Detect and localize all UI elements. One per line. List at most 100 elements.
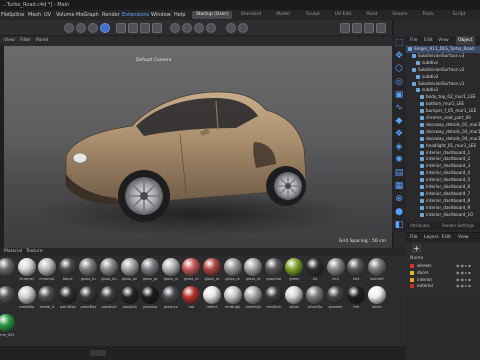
layout-tab-groom[interactable]: Groom (388, 11, 412, 19)
menu-spline[interactable]: Spline (9, 10, 24, 20)
material-swatch[interactable]: int3 (326, 258, 346, 284)
material-swatch[interactable] (0, 286, 16, 312)
floor-icon[interactable] (376, 23, 386, 33)
light-icon[interactable]: ✺ (394, 155, 404, 165)
material-swatch[interactable]: glass_re (181, 258, 201, 284)
layer-toggle-icons[interactable]: ◉◉▸▪ (456, 270, 472, 277)
object-tree-row[interactable]: interior_dashboard_6 (406, 184, 480, 191)
object-tree-row[interactable]: interior_dashboard_4 (406, 170, 480, 177)
object-tree-row[interactable]: headlight_01_mur1_LEE (406, 143, 480, 150)
sphere-icon[interactable]: ● (394, 207, 404, 217)
material-swatch[interactable]: silver (284, 286, 304, 312)
material-swatch[interactable]: rimBrigh (223, 286, 243, 312)
material-swatch[interactable]: glass_bu (99, 258, 119, 284)
z-axis-lock-icon[interactable] (194, 23, 204, 33)
material-swatch[interactable]: plasticb (120, 286, 140, 312)
layout-tab-standard[interactable]: Standard (236, 11, 266, 19)
material-swatch[interactable]: plasticp (140, 286, 160, 312)
material-swatch[interactable]: glass_dc (120, 258, 140, 284)
tab-attributes[interactable]: Attributes (410, 222, 430, 230)
layer-menu-layers[interactable]: Layers (424, 233, 439, 242)
object-tree-row[interactable]: doorway_details_04_mur1 (406, 136, 480, 143)
layout-tab-track[interactable]: Track (416, 11, 440, 19)
cube-icon[interactable]: ▣ (394, 90, 404, 100)
mat-menu-material[interactable]: Material (4, 248, 22, 256)
material-swatch[interactable]: glass_re (223, 258, 243, 284)
material-swatch[interactable]: paintBas (58, 286, 78, 312)
menu-render[interactable]: Render (102, 10, 120, 20)
render-picture-viewer-icon[interactable] (238, 23, 248, 33)
cube-object-icon[interactable] (340, 23, 350, 33)
obj-tab-edit[interactable]: Edit (424, 36, 433, 45)
material-swatch[interactable]: white (367, 286, 387, 312)
menu-extensions[interactable]: Extensions (122, 10, 149, 20)
object-tree-row[interactable]: body_top_02_mur1_LEE (406, 94, 480, 101)
coordinate-system-icon[interactable] (206, 23, 216, 33)
spline-icon[interactable]: ∿ (394, 103, 404, 113)
viewport-menu-view[interactable]: View (4, 36, 15, 46)
menu-mesh[interactable]: Mesh (28, 10, 41, 20)
object-tree-row[interactable]: chrome_seat_part_00 (406, 115, 480, 122)
points-mode-icon[interactable] (128, 23, 138, 33)
xpresso-icon[interactable]: ⊗ (394, 194, 404, 204)
layout-tab-startup[interactable]: Startup (User) (192, 11, 232, 19)
material-swatch[interactable]: int2 (346, 258, 366, 284)
material-swatch[interactable]: paintBas (78, 286, 98, 312)
material-swatch[interactable]: Int (305, 258, 325, 284)
render-view-icon[interactable] (226, 23, 236, 33)
layout-tab-model[interactable]: Model (270, 11, 296, 19)
object-tree-row[interactable]: SubdivisionSurface.v3 (406, 53, 480, 60)
mat-menu-texture[interactable]: Texture (26, 248, 42, 256)
y-axis-lock-icon[interactable] (182, 23, 192, 33)
material-swatch[interactable]: metal_d (37, 286, 57, 312)
object-tree-row[interactable]: interior_dashboard_9 (406, 205, 480, 212)
object-tree-row[interactable]: interior_dashboard_10 (406, 212, 480, 219)
layer-toggle-icons[interactable]: ◉◉▸▪ (456, 283, 472, 290)
layout-tab-uv-edit[interactable]: UV Edit (330, 11, 356, 19)
layer-toggle-icons[interactable]: ◉◉▸▪ (456, 263, 472, 270)
object-tree-row[interactable]: interior_dashboard_2 (406, 156, 480, 163)
array-icon[interactable]: ❖ (394, 129, 404, 139)
layer-menu-file[interactable]: File (410, 233, 418, 242)
menu-mograph[interactable]: MoGraph (76, 10, 99, 20)
object-tree-row[interactable]: doorway_details_03_mur1 (406, 129, 480, 136)
object-tree-row[interactable]: bottom_mur1_LEE (406, 101, 480, 108)
object-tree-row[interactable]: interior_dashboard_3 (406, 163, 480, 170)
material-swatch[interactable]: graphite (264, 258, 284, 284)
material-swatch[interactable]: plasticz (161, 286, 181, 312)
material-swatch[interactable]: rimDark (264, 286, 284, 312)
material-swatch[interactable]: red (181, 286, 201, 312)
layer-row[interactable]: exterior ◉◉▸▪ (410, 283, 480, 290)
edges-mode-icon[interactable] (140, 23, 150, 33)
material-swatch[interactable] (0, 258, 16, 284)
material-swatch[interactable]: glass_re (243, 258, 263, 284)
material-swatch[interactable]: glass_re (202, 258, 222, 284)
move-icon[interactable]: ✥ (394, 51, 404, 61)
scale-tool-icon[interactable] (88, 23, 98, 33)
move-tool-icon[interactable] (76, 23, 86, 33)
3d-viewport[interactable]: Default Camera Grid Spacing: 50 cm (4, 46, 392, 248)
object-tree-row[interactable]: interior_dashboard_5 (406, 177, 480, 184)
model-mode-icon[interactable] (116, 23, 126, 33)
menu-uv[interactable]: UV (44, 10, 51, 20)
material-swatch[interactable]: chromeL (37, 258, 57, 284)
material-swatch[interactable]: glass_tu (78, 258, 98, 284)
object-tree-row[interactable]: bumper_f_05_mur1_LEE (406, 108, 480, 115)
pen-spline-icon[interactable] (352, 23, 362, 33)
viewport-menu-panel[interactable]: Panel (36, 36, 48, 46)
layout-tab-sculpt[interactable]: Sculpt (300, 11, 326, 19)
x-axis-lock-icon[interactable] (170, 23, 180, 33)
object-tree-row[interactable]: subdiv2 (406, 74, 480, 81)
layer-menu-view[interactable]: View (458, 233, 469, 242)
layer-menu-edit[interactable]: Edit (442, 233, 451, 242)
tab-render-settings[interactable]: Render Settings (442, 222, 474, 230)
scale-icon[interactable]: ⬡ (394, 64, 404, 74)
live-selection-icon[interactable] (64, 23, 74, 33)
material-swatch[interactable]: rimBrigh (243, 286, 263, 312)
menu-help[interactable]: Help (174, 10, 185, 20)
layer-row[interactable]: interior ◉◉▸▪ (410, 277, 480, 284)
material-swatch[interactable]: green (284, 258, 304, 284)
material-swatch[interactable]: tire (346, 286, 366, 312)
material-swatch[interactable]: metalBo (17, 286, 37, 312)
object-tree-row[interactable]: SubdivisionSurface.v1 (406, 81, 480, 88)
